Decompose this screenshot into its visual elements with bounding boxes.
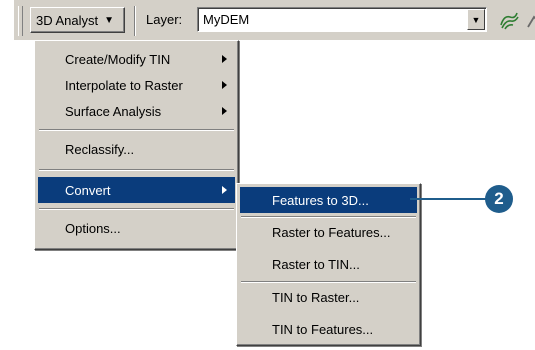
3d-analyst-menu-button[interactable]: 3D Analyst ▼ xyxy=(30,7,125,33)
dropdown-caret-icon: ▼ xyxy=(104,14,115,26)
toolbar: 3D Analyst ▼ Layer: MyDEM ▼ xyxy=(14,0,535,40)
menu-item-label: Convert xyxy=(65,182,111,198)
menu-item-label: Create/Modify TIN xyxy=(65,51,171,67)
layer-label: Layer: xyxy=(146,12,183,27)
submenu-arrow-icon xyxy=(222,186,227,194)
menu-item-label: Reclassify... xyxy=(65,141,135,157)
contour-tool-icon[interactable] xyxy=(498,9,520,31)
layer-select-value: MyDEM xyxy=(203,12,250,27)
submenu-item-label: TIN to Features... xyxy=(272,321,374,337)
submenu-item-tin-to-features[interactable]: TIN to Features... xyxy=(240,316,417,342)
menu-separator xyxy=(39,129,234,131)
steepest-path-tool-icon[interactable] xyxy=(524,9,535,31)
callout-leader-line xyxy=(410,198,488,200)
menu-item-label: Options... xyxy=(65,220,121,236)
submenu-item-label: Features to 3D... xyxy=(272,192,369,208)
toolbar-separator xyxy=(134,6,136,36)
step-callout-badge: 2 xyxy=(485,185,513,213)
menu-item-reclassify[interactable]: Reclassify... xyxy=(38,136,235,162)
chevron-down-icon[interactable]: ▼ xyxy=(467,9,485,30)
menu-separator xyxy=(241,281,416,283)
menu-item-convert[interactable]: Convert xyxy=(38,177,235,203)
submenu-item-label: Raster to TIN... xyxy=(272,256,360,272)
menu-separator xyxy=(39,169,234,171)
menu-item-label: Interpolate to Raster xyxy=(65,77,183,93)
submenu-item-label: Raster to Features... xyxy=(272,224,391,240)
menu-item-interpolate-to-raster[interactable]: Interpolate to Raster xyxy=(38,72,235,98)
submenu-arrow-icon xyxy=(222,107,227,115)
toolbar-grip-handle[interactable] xyxy=(18,6,23,36)
menu-item-surface-analysis[interactable]: Surface Analysis xyxy=(38,98,235,124)
submenu-item-tin-to-raster[interactable]: TIN to Raster... xyxy=(240,284,417,310)
submenu-arrow-icon xyxy=(222,81,227,89)
menu-separator xyxy=(39,208,234,210)
layer-select[interactable]: MyDEM ▼ xyxy=(197,7,487,32)
submenu-arrow-icon xyxy=(222,55,227,63)
menu-item-options[interactable]: Options... xyxy=(38,215,235,241)
submenu-item-label: TIN to Raster... xyxy=(272,289,360,305)
menu-separator xyxy=(241,216,416,218)
menu-item-label: Surface Analysis xyxy=(65,103,162,119)
submenu-item-raster-to-tin[interactable]: Raster to TIN... xyxy=(240,251,417,277)
menu-item-create-modify-tin[interactable]: Create/Modify TIN xyxy=(38,46,235,72)
convert-submenu: Features to 3D... Raster to Features... … xyxy=(236,183,421,346)
3d-analyst-dropdown-menu: Create/Modify TIN Interpolate to Raster … xyxy=(34,40,239,250)
submenu-item-features-to-3d[interactable]: Features to 3D... xyxy=(240,187,417,213)
3d-analyst-label: 3D Analyst xyxy=(36,12,99,28)
submenu-item-raster-to-features[interactable]: Raster to Features... xyxy=(240,219,417,245)
